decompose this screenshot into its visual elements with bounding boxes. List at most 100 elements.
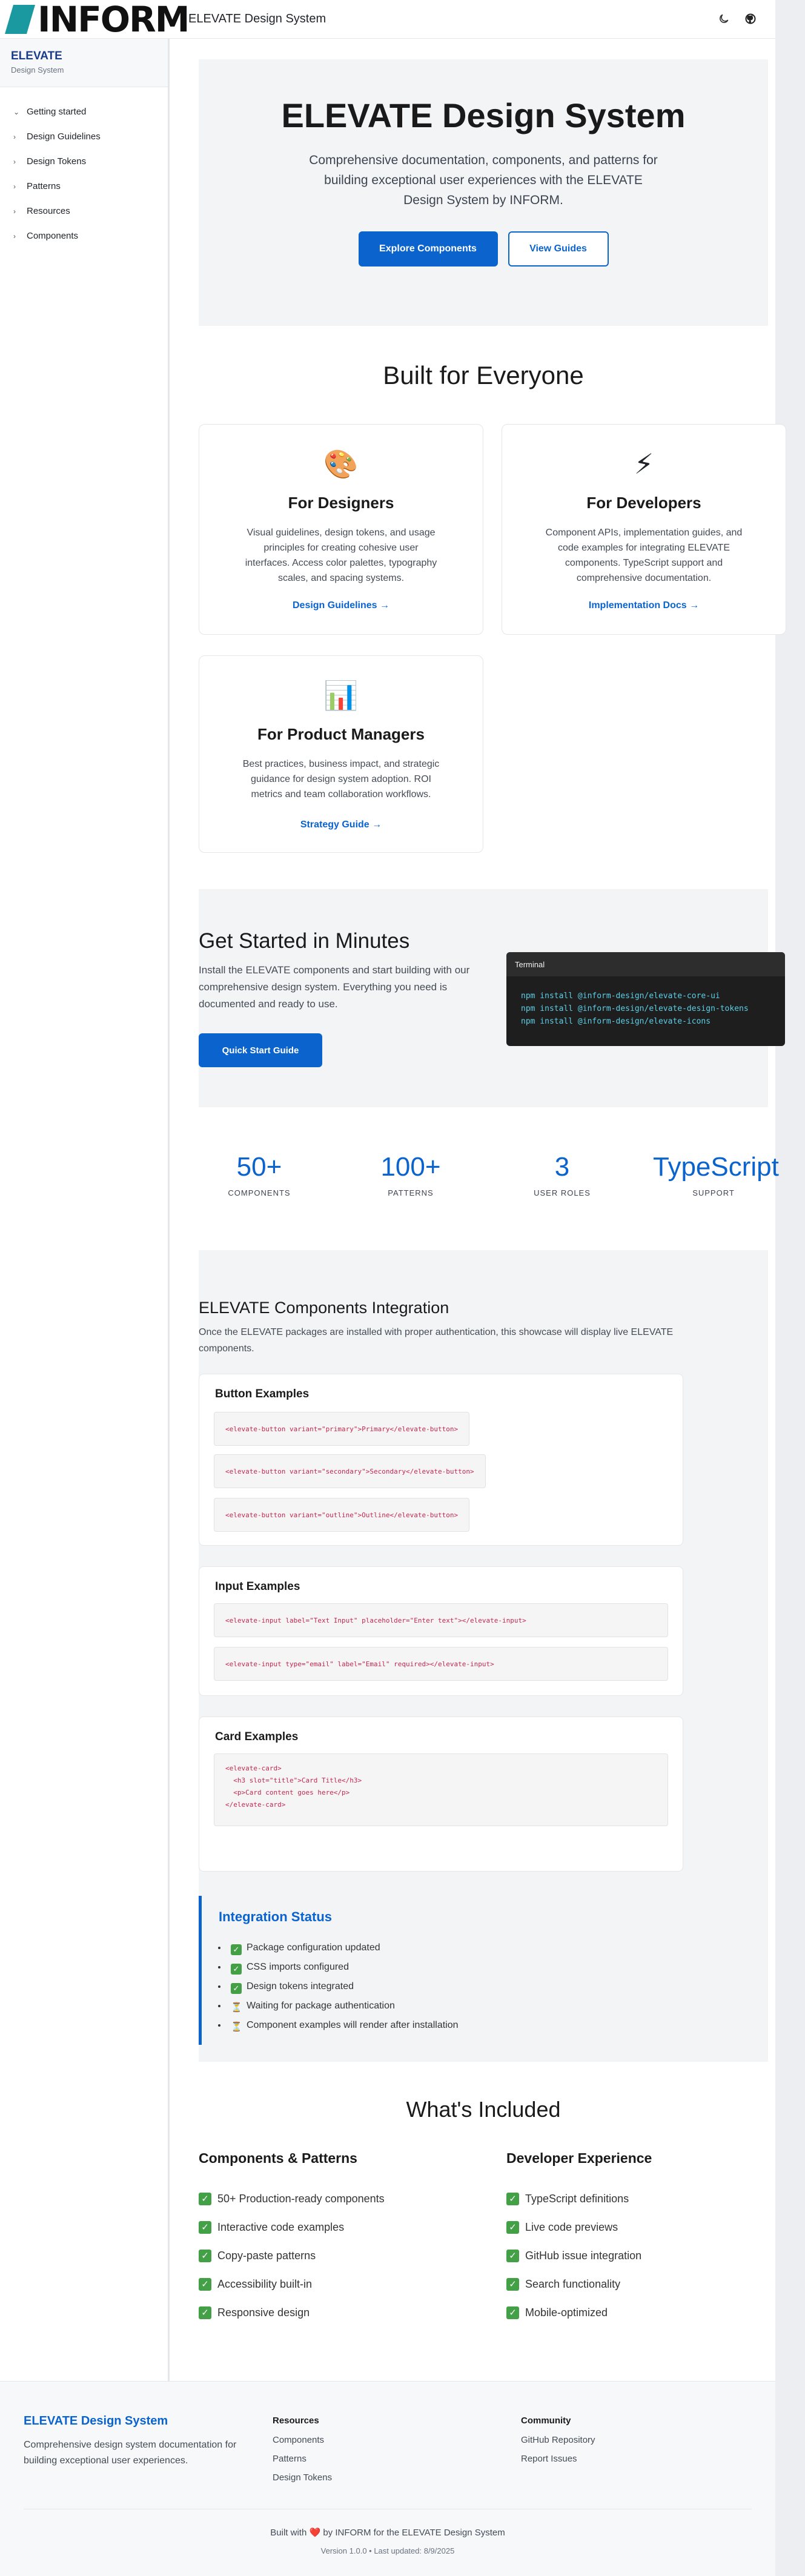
status-item: ✓ Package configuration updated [227, 1938, 459, 1958]
hero-title: ELEVATE Design System [281, 96, 686, 134]
logo-text: INFORM [38, 0, 190, 40]
hero-section: ELEVATE Design System Comprehensive docu… [199, 59, 768, 326]
get-started-title: Get Started in Minutes [199, 929, 410, 953]
list-item: ✓ Mobile-optimized [506, 2299, 785, 2327]
list-item-text: TypeScript definitions [525, 2193, 629, 2205]
logo-mark-icon [5, 2, 35, 36]
sidebar-item-resources[interactable]: › Resources [0, 199, 168, 223]
inform-logo[interactable]: INFORM [5, 0, 190, 40]
code-snippet[interactable]: <elevate-card> <h3 slot="title">Card Tit… [214, 1753, 668, 1826]
stat-label: SUPPORT [692, 1188, 735, 1197]
check-icon: ✓ [199, 2193, 211, 2205]
terminal-command[interactable]: npm install @inform-design/elevate-icons [521, 1015, 770, 1028]
sidebar-item-design-guidelines[interactable]: › Design Guidelines [0, 124, 168, 149]
sidebar-item-getting-started[interactable]: ⌄ Getting started [0, 99, 168, 124]
sidebar-item-label: Design Tokens [27, 156, 87, 167]
chevron-down-icon: ⌄ [13, 107, 20, 116]
check-icon: ✓ [199, 2278, 211, 2291]
example-title: Card Examples [215, 1730, 299, 1743]
code-snippet[interactable]: <elevate-input label="Text Input" placeh… [214, 1603, 668, 1637]
terminal-command[interactable]: npm install @inform-design/elevate-desig… [521, 1002, 770, 1015]
list-item-text: Mobile-optimized [525, 2306, 608, 2319]
list-item-text: 50+ Production-ready components [217, 2193, 385, 2205]
card-text: Component APIs, implementation guides, a… [545, 528, 743, 583]
status-text: Design tokens integrated [247, 1981, 354, 1992]
site-title[interactable]: ELEVATE Design System [188, 12, 326, 26]
implementation-docs-link[interactable]: Implementation Docs → [502, 600, 786, 611]
moon-icon[interactable] [716, 11, 732, 27]
footer-version: Version 1.0.0 • Last updated: 8/9/2025 [320, 2546, 455, 2555]
sidebar-item-label: Patterns [27, 181, 61, 191]
components-patterns-column: Components & Patterns ✓ 50+ Production-re… [199, 2150, 477, 2327]
card-title: For Developers [586, 494, 701, 512]
top-bar: INFORM ELEVATE Design System [0, 0, 775, 39]
card-text: Best practices, business impact, and str… [242, 759, 440, 800]
design-guidelines-link[interactable]: Design Guidelines → [199, 600, 483, 611]
included-title: What's Included [406, 2097, 561, 2122]
footer-link-issues[interactable]: Report Issues [521, 2449, 595, 2468]
footer-link-github[interactable]: GitHub Repository [521, 2431, 595, 2449]
card-title: For Product Managers [257, 725, 425, 743]
check-icon: ✓ [231, 1944, 242, 1955]
integration-description: Once the ELEVATE packages are installed … [199, 1327, 674, 1354]
status-text: Package configuration updated [247, 1942, 380, 1953]
code-snippet[interactable]: <elevate-button variant="primary">Primar… [214, 1412, 470, 1446]
explore-components-button[interactable]: Explore Components [358, 231, 498, 267]
list-item: ✓ Interactive code examples [199, 2213, 477, 2242]
list-item: ✓ Accessibility built-in [199, 2270, 477, 2299]
sidebar-nav: ⌄ Getting started › Design Guidelines › … [0, 87, 168, 248]
chevron-right-icon: › [13, 207, 16, 216]
check-icon: ✓ [506, 2221, 519, 2234]
terminal-command[interactable]: npm install @inform-design/elevate-core-… [521, 990, 770, 1002]
stats-section: 50+ COMPONENTS 100+ PATTERNS 3 USER ROLE… [199, 1152, 778, 1213]
card-text: Visual guidelines, design tokens, and us… [245, 528, 437, 583]
list-item-text: GitHub issue integration [525, 2250, 642, 2262]
lightning-icon: ⚡ [634, 448, 654, 480]
quick-start-button[interactable]: Quick Start Guide [199, 1033, 322, 1067]
example-title: Button Examples [215, 1388, 310, 1400]
get-started-text: Install the ELEVATE components and start… [199, 964, 470, 1010]
code-snippet[interactable]: <elevate-button variant="secondary">Seco… [214, 1454, 486, 1488]
status-item: ⏳ Component examples will render after in… [227, 2016, 459, 2035]
status-text: Waiting for package authentication [247, 2001, 395, 2011]
sidebar-item-label: Components [27, 231, 79, 241]
get-started-section: Get Started in Minutes Install the ELEVA… [199, 889, 785, 1107]
sidebar-item-design-tokens[interactable]: › Design Tokens [0, 149, 168, 174]
footer-column-title: Community [521, 2415, 571, 2426]
footer-link-design-tokens[interactable]: Design Tokens [273, 2468, 332, 2487]
check-icon: ✓ [199, 2306, 211, 2319]
chevron-right-icon: › [13, 157, 16, 166]
heart-icon: ❤️ [309, 2528, 321, 2538]
developers-card: ⚡ For Developers Component APIs, impleme… [502, 424, 786, 635]
status-item: ⏳ Waiting for package authentication [227, 1996, 459, 2016]
integration-status-box: Integration Status ✓ Package configuratio… [199, 1896, 683, 2045]
footer-link-components[interactable]: Components [273, 2431, 332, 2449]
code-snippet[interactable]: <elevate-input type="email" label="Email… [214, 1647, 668, 1681]
status-text: CSS imports configured [247, 1962, 349, 1972]
list-item: ✓ GitHub issue integration [506, 2242, 785, 2270]
chevron-right-icon: › [13, 132, 16, 141]
sidebar-item-patterns[interactable]: › Patterns [0, 174, 168, 199]
stat-label: PATTERNS [388, 1188, 434, 1197]
footer-link-patterns[interactable]: Patterns [273, 2449, 332, 2468]
list-item-text: Accessibility built-in [217, 2278, 313, 2290]
code-snippet[interactable]: <elevate-button variant="outline">Outlin… [214, 1498, 470, 1532]
stat-value: TypeScript [653, 1152, 779, 1182]
palette-icon: 🎨 [323, 448, 359, 480]
built-suffix: by INFORM for the ELEVATE Design System [323, 2528, 505, 2538]
input-examples-card: Input Examples <elevate-input label="Tex… [199, 1566, 683, 1696]
stat-typescript: TypeScript SUPPORT [653, 1152, 779, 1197]
github-icon[interactable] [743, 11, 758, 27]
status-title: Integration Status [219, 1909, 333, 1924]
check-icon: ✓ [506, 2278, 519, 2291]
sidebar-item-label: Getting started [27, 107, 87, 117]
footer-brand: ELEVATE Design System [24, 2414, 168, 2428]
sidebar-item-components[interactable]: › Components [0, 223, 168, 248]
chevron-right-icon: › [13, 182, 16, 191]
sidebar-item-label: Design Guidelines [27, 131, 101, 142]
view-guides-button[interactable]: View Guides [508, 231, 609, 267]
card-examples-card: Card Examples <elevate-card> <h3 slot="t… [199, 1717, 683, 1872]
hourglass-icon: ⏳ [231, 2002, 242, 2013]
sidebar-brand[interactable]: ELEVATE [11, 50, 157, 63]
strategy-guide-link[interactable]: Strategy Guide → [199, 819, 483, 830]
